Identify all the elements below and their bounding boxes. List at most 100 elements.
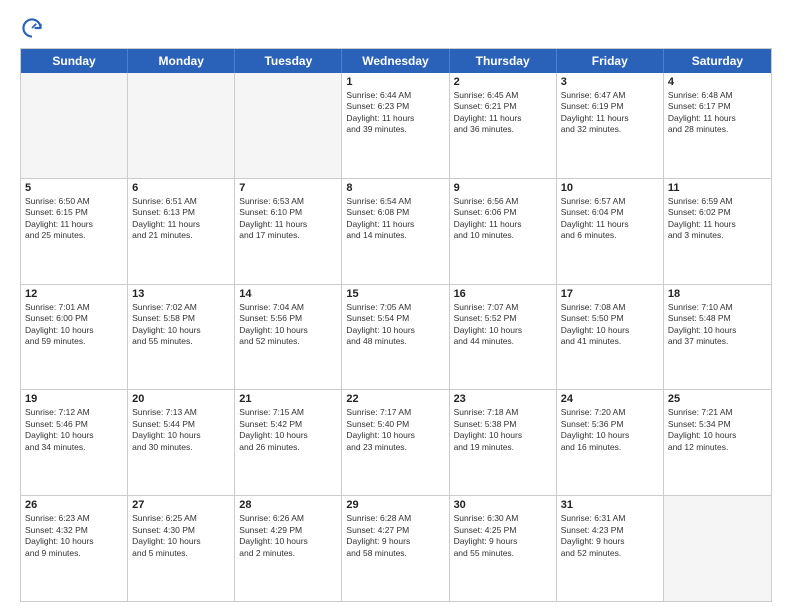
cell-details: Sunrise: 6:28 AM Sunset: 4:27 PM Dayligh… [346,513,444,559]
logo-icon [20,16,44,40]
day-number: 21 [239,393,337,405]
day-number: 28 [239,499,337,511]
cell-details: Sunrise: 6:30 AM Sunset: 4:25 PM Dayligh… [454,513,552,559]
day-number: 25 [668,393,767,405]
day-number: 10 [561,182,659,194]
day-number: 14 [239,288,337,300]
day-cell-24: 24 Sunrise: 7:20 AM Sunset: 5:36 PM Dayli… [557,390,664,495]
day-cell-25: 25 Sunrise: 7:21 AM Sunset: 5:34 PM Dayli… [664,390,771,495]
day-cell-20: 20Sunrise: 7:13 AM Sunset: 5:44 PM Dayli… [128,390,235,495]
cell-details: Sunrise: 6:48 AM Sunset: 6:17 PM Dayligh… [668,90,767,136]
day-cell-8: 8 Sunrise: 6:54 AM Sunset: 6:08 PM Daylig… [342,179,449,284]
weekday-header-friday: Friday [557,49,664,73]
cell-details: Sunrise: 7:07 AM Sunset: 5:52 PM Dayligh… [454,302,552,348]
day-number: 1 [346,76,444,88]
cell-details: Sunrise: 7:04 AM Sunset: 5:56 PM Dayligh… [239,302,337,348]
weekday-header-monday: Monday [128,49,235,73]
day-number: 2 [454,76,552,88]
weekday-header-thursday: Thursday [450,49,557,73]
cell-details: Sunrise: 6:44 AM Sunset: 6:23 PM Dayligh… [346,90,444,136]
logo [20,16,48,40]
calendar-row-4: 26 Sunrise: 6:23 AM Sunset: 4:32 PM Dayli… [21,495,771,601]
weekday-header-saturday: Saturday [664,49,771,73]
calendar-row-2: 12 Sunrise: 7:01 AM Sunset: 6:00 PM Dayli… [21,284,771,390]
day-cell-2: 2 Sunrise: 6:45 AM Sunset: 6:21 PM Daylig… [450,73,557,178]
cell-details: Sunrise: 6:51 AM Sunset: 6:13 PM Dayligh… [132,196,230,242]
day-number: 9 [454,182,552,194]
day-number: 29 [346,499,444,511]
cell-details: Sunrise: 7:15 AM Sunset: 5:42 PM Dayligh… [239,407,337,453]
cell-details: Sunrise: 7:21 AM Sunset: 5:34 PM Dayligh… [668,407,767,453]
day-number: 12 [25,288,123,300]
day-cell-28: 28 Sunrise: 6:26 AM Sunset: 4:29 PM Dayli… [235,496,342,601]
cell-details: Sunrise: 6:56 AM Sunset: 6:06 PM Dayligh… [454,196,552,242]
calendar-row-1: 5Sunrise: 6:50 AM Sunset: 6:15 PM Daylig… [21,178,771,284]
day-cell-13: 13 Sunrise: 7:02 AM Sunset: 5:58 PM Dayli… [128,285,235,390]
empty-cell [235,73,342,178]
day-number: 26 [25,499,123,511]
page: SundayMondayTuesdayWednesdayThursdayFrid… [0,0,792,612]
cell-details: Sunrise: 7:10 AM Sunset: 5:48 PM Dayligh… [668,302,767,348]
calendar-row-3: 19Sunrise: 7:12 AM Sunset: 5:46 PM Dayli… [21,389,771,495]
cell-details: Sunrise: 6:45 AM Sunset: 6:21 PM Dayligh… [454,90,552,136]
cell-details: Sunrise: 6:47 AM Sunset: 6:19 PM Dayligh… [561,90,659,136]
day-cell-27: 27Sunrise: 6:25 AM Sunset: 4:30 PM Dayli… [128,496,235,601]
cell-details: Sunrise: 7:05 AM Sunset: 5:54 PM Dayligh… [346,302,444,348]
day-number: 24 [561,393,659,405]
day-number: 27 [132,499,230,511]
cell-details: Sunrise: 6:31 AM Sunset: 4:23 PM Dayligh… [561,513,659,559]
calendar-row-0: 1 Sunrise: 6:44 AM Sunset: 6:23 PM Daylig… [21,73,771,178]
day-cell-23: 23 Sunrise: 7:18 AM Sunset: 5:38 PM Dayli… [450,390,557,495]
cell-details: Sunrise: 6:54 AM Sunset: 6:08 PM Dayligh… [346,196,444,242]
day-cell-31: 31 Sunrise: 6:31 AM Sunset: 4:23 PM Dayli… [557,496,664,601]
cell-details: Sunrise: 7:02 AM Sunset: 5:58 PM Dayligh… [132,302,230,348]
cell-details: Sunrise: 7:20 AM Sunset: 5:36 PM Dayligh… [561,407,659,453]
calendar-header: SundayMondayTuesdayWednesdayThursdayFrid… [21,49,771,73]
cell-details: Sunrise: 6:23 AM Sunset: 4:32 PM Dayligh… [25,513,123,559]
day-number: 4 [668,76,767,88]
day-cell-18: 18 Sunrise: 7:10 AM Sunset: 5:48 PM Dayli… [664,285,771,390]
calendar-body: 1 Sunrise: 6:44 AM Sunset: 6:23 PM Daylig… [21,73,771,601]
day-number: 30 [454,499,552,511]
day-cell-21: 21 Sunrise: 7:15 AM Sunset: 5:42 PM Dayli… [235,390,342,495]
cell-details: Sunrise: 6:57 AM Sunset: 6:04 PM Dayligh… [561,196,659,242]
day-cell-26: 26 Sunrise: 6:23 AM Sunset: 4:32 PM Dayli… [21,496,128,601]
cell-details: Sunrise: 7:01 AM Sunset: 6:00 PM Dayligh… [25,302,123,348]
cell-details: Sunrise: 7:18 AM Sunset: 5:38 PM Dayligh… [454,407,552,453]
day-cell-11: 11Sunrise: 6:59 AM Sunset: 6:02 PM Dayli… [664,179,771,284]
day-cell-17: 17 Sunrise: 7:08 AM Sunset: 5:50 PM Dayli… [557,285,664,390]
cell-details: Sunrise: 7:12 AM Sunset: 5:46 PM Dayligh… [25,407,123,453]
day-cell-16: 16Sunrise: 7:07 AM Sunset: 5:52 PM Dayli… [450,285,557,390]
day-cell-12: 12 Sunrise: 7:01 AM Sunset: 6:00 PM Dayli… [21,285,128,390]
cell-details: Sunrise: 7:17 AM Sunset: 5:40 PM Dayligh… [346,407,444,453]
day-cell-7: 7 Sunrise: 6:53 AM Sunset: 6:10 PM Daylig… [235,179,342,284]
weekday-header-wednesday: Wednesday [342,49,449,73]
day-number: 17 [561,288,659,300]
day-cell-5: 5Sunrise: 6:50 AM Sunset: 6:15 PM Daylig… [21,179,128,284]
day-number: 15 [346,288,444,300]
day-number: 3 [561,76,659,88]
cell-details: Sunrise: 6:59 AM Sunset: 6:02 PM Dayligh… [668,196,767,242]
weekday-header-tuesday: Tuesday [235,49,342,73]
day-number: 13 [132,288,230,300]
day-number: 22 [346,393,444,405]
cell-details: Sunrise: 6:26 AM Sunset: 4:29 PM Dayligh… [239,513,337,559]
cell-details: Sunrise: 7:08 AM Sunset: 5:50 PM Dayligh… [561,302,659,348]
day-cell-30: 30 Sunrise: 6:30 AM Sunset: 4:25 PM Dayli… [450,496,557,601]
weekday-header-sunday: Sunday [21,49,128,73]
empty-cell [664,496,771,601]
day-cell-9: 9 Sunrise: 6:56 AM Sunset: 6:06 PM Daylig… [450,179,557,284]
day-number: 23 [454,393,552,405]
day-number: 7 [239,182,337,194]
header [20,16,772,40]
cell-details: Sunrise: 6:53 AM Sunset: 6:10 PM Dayligh… [239,196,337,242]
day-number: 5 [25,182,123,194]
day-cell-3: 3 Sunrise: 6:47 AM Sunset: 6:19 PM Daylig… [557,73,664,178]
day-number: 18 [668,288,767,300]
day-number: 8 [346,182,444,194]
day-cell-14: 14 Sunrise: 7:04 AM Sunset: 5:56 PM Dayli… [235,285,342,390]
day-cell-29: 29 Sunrise: 6:28 AM Sunset: 4:27 PM Dayli… [342,496,449,601]
day-number: 6 [132,182,230,194]
day-cell-1: 1 Sunrise: 6:44 AM Sunset: 6:23 PM Daylig… [342,73,449,178]
day-number: 31 [561,499,659,511]
